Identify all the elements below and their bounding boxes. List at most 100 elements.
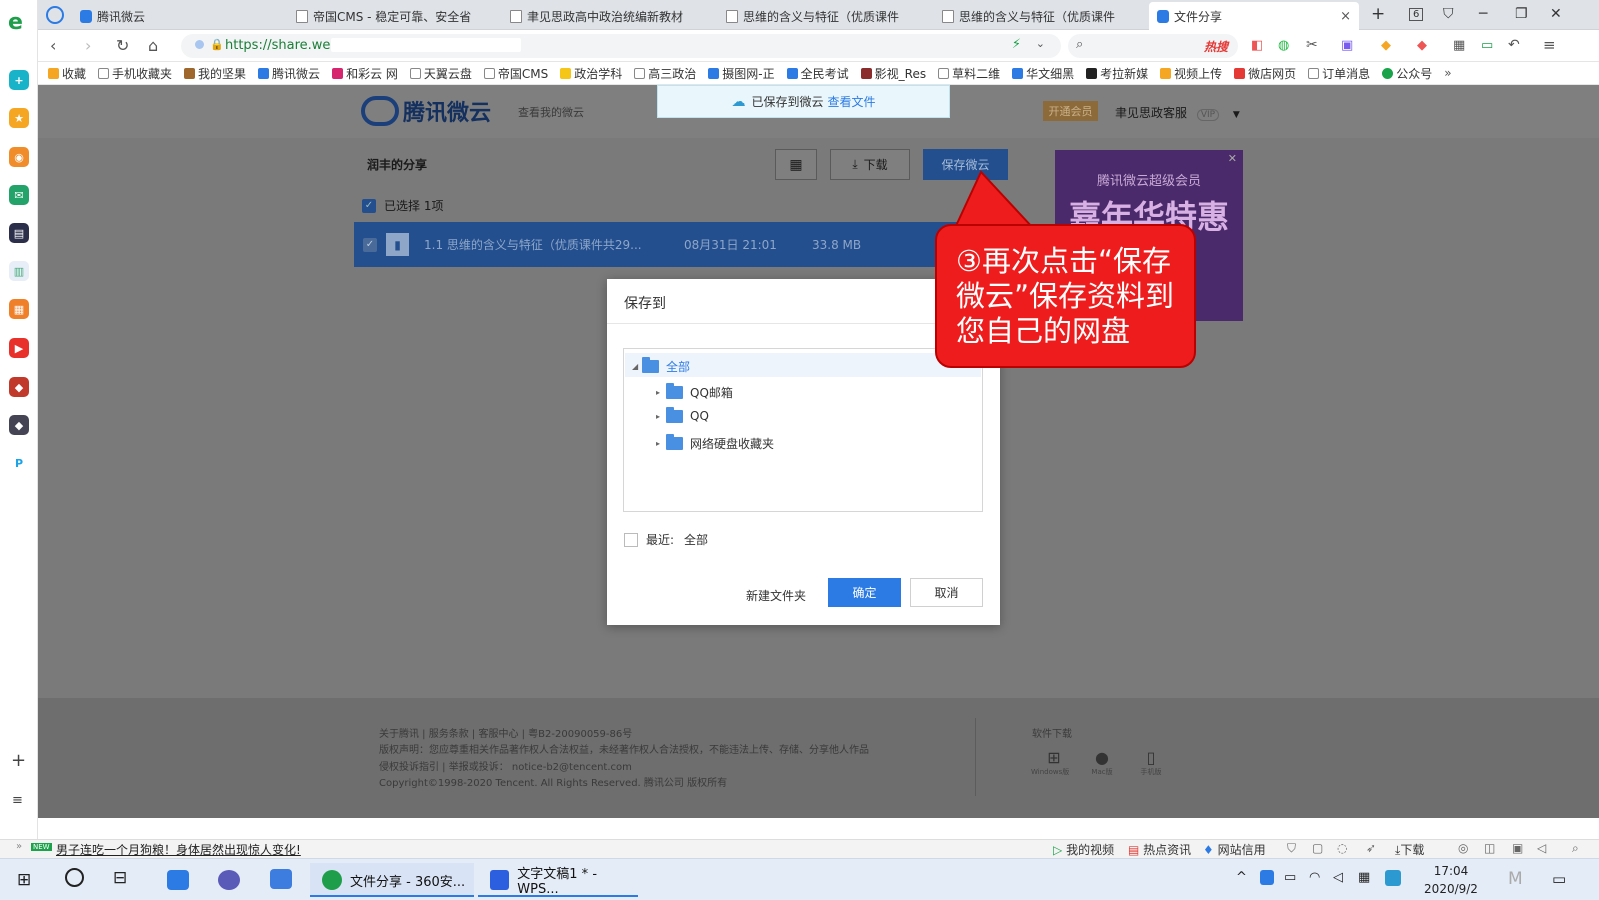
tray-q-icon[interactable]	[1385, 870, 1401, 886]
caret-down-icon[interactable]: ◢	[632, 362, 642, 371]
bookmark-item[interactable]: 考拉新媒	[1086, 65, 1148, 82]
tray-m-icon[interactable]: M	[1508, 869, 1523, 889]
pay-icon[interactable]: P	[9, 453, 29, 473]
site-credit-link[interactable]: ♦ 网站信用	[1203, 841, 1266, 858]
tab-3[interactable]: 聿见思政高中政治统编新教材	[502, 2, 712, 30]
site-info-icon[interactable]	[195, 40, 204, 49]
qrcode-button[interactable]: ▦	[775, 149, 817, 180]
app-icon[interactable]: ▤	[9, 223, 29, 243]
system-clock[interactable]: 17:04 2020/9/2	[1416, 862, 1486, 898]
folder-node-root[interactable]: ◢ 全部	[632, 357, 690, 375]
caret-right-icon[interactable]: ▸	[656, 388, 666, 397]
bookmark-item[interactable]: 订单消息	[1308, 65, 1370, 82]
app-baidu-netdisk-icon[interactable]	[167, 870, 189, 890]
restore-icon[interactable]: ❐	[1515, 6, 1528, 22]
chevron-down-icon[interactable]: ⌄	[1036, 37, 1045, 50]
hot-news-link[interactable]: ▤ 热点资讯	[1128, 841, 1191, 858]
app-feishu-icon[interactable]	[270, 869, 292, 889]
add-icon[interactable]: +	[11, 750, 26, 771]
bookmark-item[interactable]: 影视_Res	[860, 65, 926, 82]
bookmark-item[interactable]: 高三政治	[634, 65, 696, 82]
search-box[interactable]: ⌕ 热搜	[1068, 34, 1238, 58]
cancel-button[interactable]: 取消	[910, 578, 983, 607]
wechat-icon[interactable]: ◍	[1278, 38, 1289, 53]
view-file-link[interactable]: 查看文件	[828, 93, 876, 110]
bookmark-item[interactable]: 全民考试	[786, 65, 849, 82]
bookmark-item[interactable]: 天翼云盘	[409, 65, 472, 82]
doc-icon[interactable]: ▥	[9, 261, 29, 281]
shield-icon[interactable]: ⛉	[1287, 841, 1296, 856]
notification-icon[interactable]: ▭	[1552, 870, 1566, 888]
bookmark-item[interactable]: 视频上传	[1160, 65, 1222, 82]
news-link[interactable]: 男子连吃一个月狗粮！身体居然出现惊人变化!	[56, 841, 301, 858]
mac-download[interactable]: ● Mac版	[1088, 748, 1116, 777]
list-icon[interactable]: ≡	[12, 793, 23, 808]
video-icon[interactable]: ▶	[9, 338, 29, 358]
username[interactable]: 聿见思政客服 VIP ▼	[1115, 104, 1240, 121]
bookmark-item[interactable]: 帝国CMS	[483, 65, 548, 82]
volume-icon[interactable]: ◁	[1333, 870, 1343, 885]
address-bar[interactable]: 🔒 https://share.weiyun.com/ ⚡ ⌄	[181, 34, 1061, 58]
lightning-icon[interactable]: ⚡	[1012, 37, 1021, 52]
window-icon[interactable]: ▣	[1512, 841, 1523, 855]
windows-start-icon[interactable]: ⊞	[17, 870, 31, 890]
tab-1[interactable]: 腾讯微云	[72, 2, 282, 30]
game-icon[interactable]: ◆	[1417, 38, 1427, 53]
recent-checkbox[interactable]	[624, 532, 638, 547]
bookmark-item[interactable]: 公众号	[1382, 65, 1432, 82]
file-checkbox[interactable]: ✓	[363, 237, 377, 252]
caret-down-icon[interactable]: ▼	[1233, 110, 1240, 120]
new-folder-button[interactable]: 新建文件夹	[746, 587, 806, 604]
sound-icon[interactable]: ◁	[1537, 841, 1546, 855]
my-video-link[interactable]: ▷ 我的视频	[1053, 841, 1114, 858]
image-icon[interactable]: ▢	[1312, 841, 1323, 855]
download-manager[interactable]: ⤓下载	[1395, 841, 1424, 858]
game2-icon[interactable]: ◆	[9, 415, 29, 435]
shield-icon[interactable]: ◆	[1381, 38, 1391, 53]
download-button[interactable]: ⤓ 下载	[830, 149, 910, 180]
recent-option[interactable]: 最近: 全部	[624, 531, 708, 548]
menu-icon[interactable]: ≡	[1543, 36, 1556, 54]
shirt-icon[interactable]: ⛉	[1443, 6, 1454, 22]
tray-app-icon[interactable]	[1260, 870, 1274, 885]
speed-icon[interactable]: ◌	[1337, 841, 1347, 855]
close-window-icon[interactable]: ✕	[1550, 6, 1562, 22]
tab-2[interactable]: 帝国CMS - 稳定可靠、安全省	[288, 2, 493, 30]
home-icon[interactable]: ⌂	[148, 36, 158, 55]
tab-count-badge[interactable]: 6	[1409, 8, 1424, 21]
task-view-icon[interactable]: ⊟	[113, 868, 127, 888]
more-bookmarks-icon[interactable]: »	[1444, 66, 1451, 80]
mail-icon[interactable]: ✉	[9, 185, 29, 205]
tab-6[interactable]: 文件分享 ×	[1149, 2, 1359, 30]
browser-logo-icon[interactable]: e	[8, 10, 23, 35]
bookmark-item[interactable]: 草料二维	[938, 65, 1000, 82]
bookmark-item[interactable]: 政治学科	[560, 65, 622, 82]
apps-grid-icon[interactable]: ▦	[1453, 38, 1465, 53]
star-icon[interactable]: ★	[9, 108, 29, 128]
expand-icon[interactable]: »	[16, 841, 22, 852]
select-all-checkbox[interactable]: ✓	[362, 198, 376, 213]
bookmark-item[interactable]: 我的坚果	[184, 65, 246, 82]
footer-links[interactable]: 关于腾讯 | 服务条款 | 客服中心 | 粤B2-20090059-86号	[379, 725, 632, 740]
minimize-icon[interactable]: ─	[1479, 6, 1487, 22]
translate-icon[interactable]: ▣	[1341, 38, 1353, 53]
bookmark-item[interactable]: 和彩云 网	[332, 65, 398, 82]
reload-icon[interactable]: ↻	[116, 36, 129, 55]
weiyun-logo[interactable]: 腾讯微云	[361, 95, 491, 127]
taskbar-app-360[interactable]: 文件分享 - 360安...	[310, 863, 474, 897]
search-icon[interactable]	[65, 868, 84, 887]
caret-right-icon[interactable]: ▸	[656, 439, 666, 448]
wifi-icon[interactable]: ◠	[1309, 870, 1320, 885]
new-tab-icon[interactable]: +	[1371, 4, 1385, 24]
taskbar-app-wps[interactable]: 文字文稿1 * - WPS...	[478, 863, 638, 897]
bookmark-item[interactable]: 微店网页	[1234, 65, 1296, 82]
scissors-icon[interactable]: ✂	[1306, 37, 1318, 53]
folder-node-qq[interactable]: ▸ QQ	[656, 406, 709, 423]
undo-icon[interactable]: ↶	[1508, 37, 1520, 53]
back-icon[interactable]: ‹	[50, 36, 56, 55]
clean-icon[interactable]: ◫	[1484, 841, 1495, 855]
ime-icon[interactable]: ▦	[1358, 870, 1370, 885]
bookmark-item[interactable]: 摄图网-正	[708, 65, 775, 82]
view-my-weiyun-link[interactable]: 查看我的微云	[518, 104, 584, 120]
weibo-icon[interactable]: ◉	[9, 147, 29, 167]
